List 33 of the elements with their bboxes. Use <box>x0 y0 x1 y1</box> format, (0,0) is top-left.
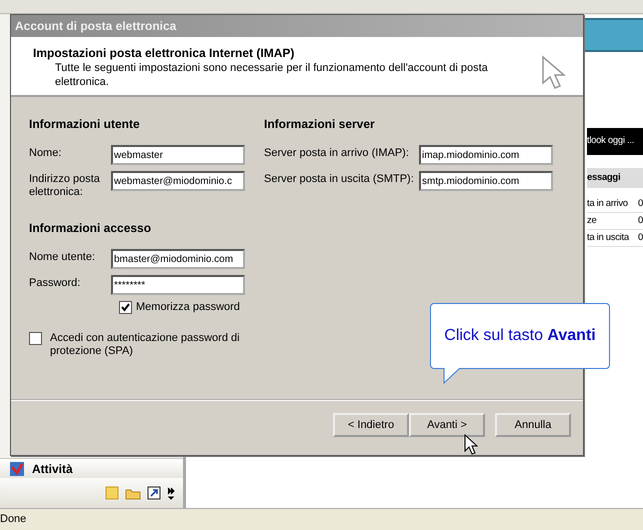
window-title: Account di posta elettronica <box>11 15 583 37</box>
input-field[interactable]: bmaster@miodominio.com <box>111 249 245 270</box>
section-title: Informazioni server <box>264 116 376 133</box>
input-field[interactable]: smtp.miodominio.com <box>419 171 553 191</box>
dialog-heading: Impostazioni posta elettronica Internet (IMAP) <box>33 46 296 60</box>
field-label: Nome utente: <box>29 250 96 265</box>
callout-bubble: Click sul tasto Avanti <box>430 303 610 369</box>
folder-label[interactable]: ze <box>587 214 596 228</box>
field-label: Server posta in uscita (SMTP): <box>264 172 415 186</box>
input-field[interactable]: ******** <box>111 275 245 296</box>
section-title: Informazioni accesso <box>29 220 152 238</box>
field-label: Indirizzo posta elettronica: <box>29 172 101 200</box>
input-field[interactable]: imap.miodominio.com <box>419 145 553 165</box>
field-label: Server posta in arrivo (IMAP): <box>264 146 410 160</box>
field-label: Nome: <box>29 146 62 160</box>
folder-label[interactable]: ta in arrivo <box>587 196 628 212</box>
input-field[interactable]: webmaster@miodominio.c <box>111 171 245 191</box>
banner-text: tlook oggi ... <box>587 128 643 155</box>
dialog-description: Tutte le seguenti impostazioni sono necessarie per il funzionamento dell'account di posta elettronica. <box>55 62 489 90</box>
checkbox-label: Memorizza password <box>136 300 240 316</box>
checkbox-label: Accedi con autenticazione password di protezione (SPA) <box>50 332 241 358</box>
status-text: Done <box>0 512 26 528</box>
field-label: Password: <box>29 276 82 291</box>
folder-count: 0 <box>638 230 643 245</box>
dialog-button[interactable]: < Indietro <box>333 413 409 437</box>
messages-header: essaggi <box>587 168 643 188</box>
folder-count: 0 <box>638 214 643 228</box>
dialog-button[interactable]: Annulla <box>495 413 571 437</box>
folder-count: 0 <box>638 196 643 211</box>
section-title: Informazioni utente <box>29 116 141 133</box>
dialog-button[interactable]: Avanti > <box>409 413 485 437</box>
input-field[interactable]: webmaster <box>111 145 245 165</box>
folder-label[interactable]: ta in uscita <box>587 230 629 246</box>
